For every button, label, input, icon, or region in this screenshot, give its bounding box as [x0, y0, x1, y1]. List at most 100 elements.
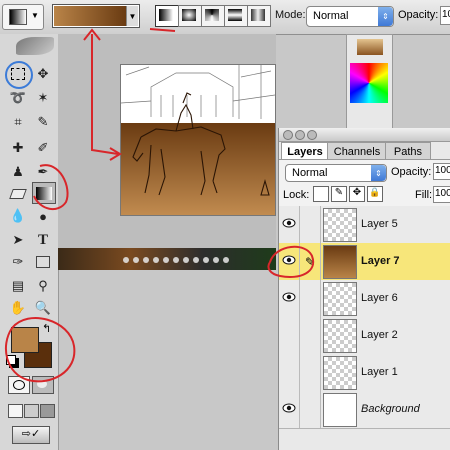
- blur-tool-icon[interactable]: 💧: [7, 206, 29, 226]
- document-canvas-area[interactable]: [58, 34, 276, 248]
- visibility-toggle[interactable]: [279, 280, 300, 317]
- tab-channels[interactable]: Channels: [327, 142, 387, 160]
- zoom-tool-icon[interactable]: 🔍: [32, 298, 54, 318]
- tab-layers[interactable]: Layers: [281, 142, 329, 160]
- fill-field[interactable]: 100: [433, 186, 450, 203]
- visibility-toggle[interactable]: [279, 354, 300, 391]
- quick-mask-icon[interactable]: [32, 376, 54, 394]
- healing-brush-icon[interactable]: ✚: [7, 138, 29, 158]
- mode-select[interactable]: Normal ⇕: [306, 6, 394, 27]
- layer-thumbnail: [323, 319, 357, 353]
- layer-row[interactable]: ✎ Layer 7: [279, 243, 450, 281]
- chevron-down-icon: ▼: [31, 11, 39, 20]
- gradient-picker[interactable]: ▼: [52, 4, 140, 28]
- layer-row[interactable]: Layer 1: [279, 354, 450, 392]
- angle-gradient-button[interactable]: [201, 5, 225, 27]
- radial-gradient-button[interactable]: [178, 5, 202, 27]
- angle-gradient-icon: [205, 9, 219, 21]
- clone-stamp-icon[interactable]: ♟: [7, 162, 29, 182]
- chevron-updown-icon: ⇕: [378, 7, 393, 26]
- feather-logo-icon[interactable]: [16, 37, 54, 55]
- rectangle-tool-icon[interactable]: [32, 252, 54, 272]
- visibility-toggle[interactable]: [279, 243, 300, 280]
- toolbox: ✥ ➰ ✶ ⌗ ✎ ✚ ✐ ♟ ✒ 💧 ● ➤ T ✑ ▤ ⚲ ✋ 🔍 ↰ ⇨✓: [0, 34, 59, 450]
- crop-tool-icon[interactable]: ⌗: [7, 112, 29, 132]
- layer-name: Layer 2: [361, 329, 398, 341]
- screen-mode-full-menu-icon[interactable]: [24, 404, 39, 418]
- link-toggle[interactable]: [300, 391, 321, 428]
- magic-wand-icon[interactable]: ✶: [32, 88, 54, 108]
- screen-mode-full-icon[interactable]: [40, 404, 55, 418]
- link-toggle[interactable]: [300, 354, 321, 391]
- layer-row[interactable]: Layer 2: [279, 317, 450, 355]
- layer-row[interactable]: Background: [279, 391, 450, 429]
- layer-thumbnail: [323, 356, 357, 390]
- notes-tool-icon[interactable]: ▤: [7, 276, 29, 296]
- zoom-icon[interactable]: [307, 130, 317, 140]
- dodge-tool-icon[interactable]: ●: [32, 206, 54, 226]
- tab-paths[interactable]: Paths: [385, 142, 431, 160]
- layer-name: Layer 7: [361, 255, 400, 267]
- eraser-tool-icon[interactable]: [7, 184, 29, 204]
- swatch-grid[interactable]: [350, 63, 388, 103]
- panel-titlebar[interactable]: [279, 128, 450, 142]
- visibility-toggle[interactable]: [279, 317, 300, 354]
- visibility-toggle[interactable]: [279, 391, 300, 428]
- lasso-tool-icon[interactable]: ➰: [7, 88, 29, 108]
- horse-sketch-artwork: [121, 65, 275, 215]
- layer-thumbnail: [323, 208, 357, 242]
- document-image[interactable]: [120, 64, 276, 216]
- swatches-panel[interactable]: [346, 34, 393, 132]
- diamond-gradient-button[interactable]: [247, 5, 271, 27]
- hand-tool-icon[interactable]: ✋: [7, 298, 29, 318]
- layer-opacity-value: 100: [435, 165, 450, 176]
- lock-position-icon[interactable]: ✥: [349, 186, 365, 202]
- layer-list: Layer 5 ✎ Layer 7 Layer 6 Layer 2 Layer …: [279, 206, 450, 450]
- tool-preset-picker[interactable]: ▼: [2, 4, 44, 30]
- link-toggle[interactable]: [300, 206, 321, 243]
- chevron-down-icon[interactable]: ▼: [126, 6, 138, 26]
- layer-thumbnail: [323, 245, 357, 279]
- gradient-tool-icon[interactable]: [32, 182, 56, 204]
- layer-row[interactable]: Layer 5: [279, 206, 450, 244]
- history-brush-icon[interactable]: ✒: [32, 162, 54, 182]
- lock-all-icon[interactable]: 🔒: [367, 186, 383, 202]
- brush-icon: ✎: [304, 254, 316, 269]
- foreground-color-swatch[interactable]: [11, 327, 39, 353]
- link-toggle[interactable]: [300, 280, 321, 317]
- eyedropper-icon[interactable]: ⚲: [32, 276, 54, 296]
- layer-name: Layer 5: [361, 218, 398, 230]
- move-tool-icon[interactable]: ✥: [32, 64, 54, 84]
- linear-gradient-button[interactable]: [155, 5, 179, 27]
- gradient-preview: [54, 6, 126, 26]
- eye-icon: [282, 292, 296, 305]
- opacity-field[interactable]: 100: [440, 6, 450, 25]
- jump-to-imageready-icon[interactable]: ⇨✓: [12, 426, 50, 444]
- marquee-tool-icon[interactable]: [7, 64, 29, 84]
- lock-transparency-icon[interactable]: [313, 186, 329, 202]
- reflected-gradient-icon: [228, 9, 242, 21]
- type-tool-icon[interactable]: T: [32, 230, 54, 250]
- diamond-gradient-icon: [251, 9, 265, 21]
- dock-strip: [58, 248, 276, 270]
- layer-opacity-field[interactable]: 100: [433, 163, 450, 180]
- minimize-icon[interactable]: [295, 130, 305, 140]
- eye-icon: [282, 218, 296, 231]
- close-icon[interactable]: [283, 130, 293, 140]
- lock-brush-icon[interactable]: ✎: [331, 186, 347, 202]
- screen-mode-standard-icon[interactable]: [8, 404, 23, 418]
- chevron-updown-icon: ⇕: [371, 165, 386, 181]
- standard-mode-icon[interactable]: [8, 376, 30, 394]
- visibility-toggle[interactable]: [279, 206, 300, 243]
- default-colors-icon[interactable]: [6, 355, 16, 365]
- blend-mode-select[interactable]: Normal ⇕: [285, 164, 387, 182]
- slice-tool-icon[interactable]: ✎: [32, 112, 54, 132]
- path-selection-icon[interactable]: ➤: [7, 230, 29, 250]
- reflected-gradient-button[interactable]: [224, 5, 248, 27]
- link-toggle[interactable]: ✎: [300, 243, 321, 280]
- pen-tool-icon[interactable]: ✑: [7, 252, 29, 272]
- link-toggle[interactable]: [300, 317, 321, 354]
- swap-colors-icon[interactable]: ↰: [42, 322, 51, 335]
- layer-row[interactable]: Layer 6: [279, 280, 450, 318]
- brush-tool-icon[interactable]: ✐: [32, 138, 54, 158]
